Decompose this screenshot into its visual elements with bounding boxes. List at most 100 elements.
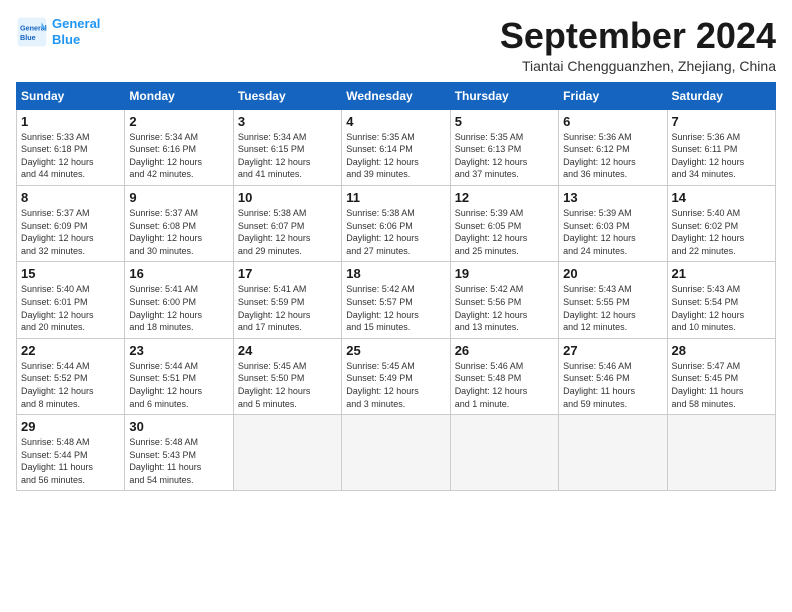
day-number: 5: [455, 114, 554, 129]
day-info: Sunrise: 5:36 AM Sunset: 6:11 PM Dayligh…: [672, 131, 771, 181]
calendar-cell: [667, 415, 775, 491]
day-info: Sunrise: 5:39 AM Sunset: 6:05 PM Dayligh…: [455, 207, 554, 257]
day-info: Sunrise: 5:39 AM Sunset: 6:03 PM Dayligh…: [563, 207, 662, 257]
day-info: Sunrise: 5:48 AM Sunset: 5:43 PM Dayligh…: [129, 436, 228, 486]
day-info: Sunrise: 5:33 AM Sunset: 6:18 PM Dayligh…: [21, 131, 120, 181]
day-number: 8: [21, 190, 120, 205]
day-number: 4: [346, 114, 445, 129]
day-info: Sunrise: 5:42 AM Sunset: 5:56 PM Dayligh…: [455, 283, 554, 333]
calendar-cell: 5 Sunrise: 5:35 AM Sunset: 6:13 PM Daylig…: [450, 109, 558, 185]
day-info: Sunrise: 5:36 AM Sunset: 6:12 PM Dayligh…: [563, 131, 662, 181]
day-number: 13: [563, 190, 662, 205]
header-thursday: Thursday: [450, 82, 558, 109]
calendar-cell: 29 Sunrise: 5:48 AM Sunset: 5:44 PM Dayli…: [17, 415, 125, 491]
calendar-cell: 2 Sunrise: 5:34 AM Sunset: 6:16 PM Daylig…: [125, 109, 233, 185]
day-number: 6: [563, 114, 662, 129]
header-tuesday: Tuesday: [233, 82, 341, 109]
logo-text-blue: Blue: [52, 32, 100, 48]
day-info: Sunrise: 5:37 AM Sunset: 6:09 PM Dayligh…: [21, 207, 120, 257]
day-info: Sunrise: 5:34 AM Sunset: 6:16 PM Dayligh…: [129, 131, 228, 181]
header-wednesday: Wednesday: [342, 82, 450, 109]
day-number: 2: [129, 114, 228, 129]
day-number: 10: [238, 190, 337, 205]
logo-icon: General Blue: [16, 16, 48, 48]
day-number: 19: [455, 266, 554, 281]
day-info: Sunrise: 5:48 AM Sunset: 5:44 PM Dayligh…: [21, 436, 120, 486]
day-info: Sunrise: 5:35 AM Sunset: 6:13 PM Dayligh…: [455, 131, 554, 181]
calendar-cell: 9Sunrise: 5:37 AM Sunset: 6:08 PM Daylig…: [125, 185, 233, 261]
day-number: 12: [455, 190, 554, 205]
day-info: Sunrise: 5:35 AM Sunset: 6:14 PM Dayligh…: [346, 131, 445, 181]
day-number: 27: [563, 343, 662, 358]
calendar-cell: [450, 415, 558, 491]
day-number: 15: [21, 266, 120, 281]
day-number: 22: [21, 343, 120, 358]
calendar-cell: 11 Sunrise: 5:38 AM Sunset: 6:06 PM Dayli…: [342, 185, 450, 261]
day-info: Sunrise: 5:46 AM Sunset: 5:46 PM Dayligh…: [563, 360, 662, 410]
calendar-cell: 26Sunrise: 5:46 AM Sunset: 5:48 PM Dayli…: [450, 338, 558, 414]
calendar-cell: 21Sunrise: 5:43 AM Sunset: 5:54 PM Dayli…: [667, 262, 775, 338]
day-info: Sunrise: 5:43 AM Sunset: 5:55 PM Dayligh…: [563, 283, 662, 333]
day-number: 25: [346, 343, 445, 358]
day-number: 29: [21, 419, 120, 434]
location-subtitle: Tiantai Chengguanzhen, Zhejiang, China: [500, 58, 776, 74]
page-header: General Blue General Blue September 2024…: [16, 16, 776, 74]
day-info: Sunrise: 5:47 AM Sunset: 5:45 PM Dayligh…: [672, 360, 771, 410]
calendar-cell: 30 Sunrise: 5:48 AM Sunset: 5:43 PM Dayli…: [125, 415, 233, 491]
day-info: Sunrise: 5:38 AM Sunset: 6:07 PM Dayligh…: [238, 207, 337, 257]
calendar-week-2: 8 Sunrise: 5:37 AM Sunset: 6:09 PM Daylig…: [17, 185, 776, 261]
calendar-week-3: 15 Sunrise: 5:40 AM Sunset: 6:01 PM Dayli…: [17, 262, 776, 338]
calendar-header-row: SundayMondayTuesdayWednesdayThursdayFrid…: [17, 82, 776, 109]
day-number: 7: [672, 114, 771, 129]
day-number: 24: [238, 343, 337, 358]
calendar-cell: 3Sunrise: 5:34 AM Sunset: 6:15 PM Daylig…: [233, 109, 341, 185]
day-number: 18: [346, 266, 445, 281]
header-friday: Friday: [559, 82, 667, 109]
calendar-cell: 25 Sunrise: 5:45 AM Sunset: 5:49 PM Dayli…: [342, 338, 450, 414]
title-block: September 2024 Tiantai Chengguanzhen, Zh…: [500, 16, 776, 74]
calendar-cell: 20Sunrise: 5:43 AM Sunset: 5:55 PM Dayli…: [559, 262, 667, 338]
day-number: 17: [238, 266, 337, 281]
calendar-cell: 6 Sunrise: 5:36 AM Sunset: 6:12 PM Daylig…: [559, 109, 667, 185]
header-sunday: Sunday: [17, 82, 125, 109]
day-info: Sunrise: 5:45 AM Sunset: 5:49 PM Dayligh…: [346, 360, 445, 410]
calendar-cell: 13 Sunrise: 5:39 AM Sunset: 6:03 PM Dayli…: [559, 185, 667, 261]
calendar-cell: [559, 415, 667, 491]
calendar-cell: 28Sunrise: 5:47 AM Sunset: 5:45 PM Dayli…: [667, 338, 775, 414]
calendar-cell: 10 Sunrise: 5:38 AM Sunset: 6:07 PM Dayli…: [233, 185, 341, 261]
calendar-week-5: 29 Sunrise: 5:48 AM Sunset: 5:44 PM Dayli…: [17, 415, 776, 491]
day-info: Sunrise: 5:44 AM Sunset: 5:52 PM Dayligh…: [21, 360, 120, 410]
day-number: 1: [21, 114, 120, 129]
day-number: 26: [455, 343, 554, 358]
header-saturday: Saturday: [667, 82, 775, 109]
calendar-cell: 27 Sunrise: 5:46 AM Sunset: 5:46 PM Dayli…: [559, 338, 667, 414]
calendar-cell: 7 Sunrise: 5:36 AM Sunset: 6:11 PM Daylig…: [667, 109, 775, 185]
day-info: Sunrise: 5:44 AM Sunset: 5:51 PM Dayligh…: [129, 360, 228, 410]
calendar-cell: 24 Sunrise: 5:45 AM Sunset: 5:50 PM Dayli…: [233, 338, 341, 414]
day-number: 23: [129, 343, 228, 358]
day-number: 16: [129, 266, 228, 281]
calendar-week-1: 1 Sunrise: 5:33 AM Sunset: 6:18 PM Daylig…: [17, 109, 776, 185]
calendar-cell: [342, 415, 450, 491]
calendar-cell: 12 Sunrise: 5:39 AM Sunset: 6:05 PM Dayli…: [450, 185, 558, 261]
day-info: Sunrise: 5:45 AM Sunset: 5:50 PM Dayligh…: [238, 360, 337, 410]
svg-text:Blue: Blue: [20, 33, 36, 42]
calendar-table: SundayMondayTuesdayWednesdayThursdayFrid…: [16, 82, 776, 492]
month-title: September 2024: [500, 16, 776, 56]
calendar-cell: 18Sunrise: 5:42 AM Sunset: 5:57 PM Dayli…: [342, 262, 450, 338]
day-info: Sunrise: 5:43 AM Sunset: 5:54 PM Dayligh…: [672, 283, 771, 333]
calendar-cell: 8 Sunrise: 5:37 AM Sunset: 6:09 PM Daylig…: [17, 185, 125, 261]
calendar-cell: 23 Sunrise: 5:44 AM Sunset: 5:51 PM Dayli…: [125, 338, 233, 414]
day-number: 14: [672, 190, 771, 205]
calendar-cell: 19 Sunrise: 5:42 AM Sunset: 5:56 PM Dayli…: [450, 262, 558, 338]
day-info: Sunrise: 5:38 AM Sunset: 6:06 PM Dayligh…: [346, 207, 445, 257]
calendar-cell: 16 Sunrise: 5:41 AM Sunset: 6:00 PM Dayli…: [125, 262, 233, 338]
day-info: Sunrise: 5:40 AM Sunset: 6:01 PM Dayligh…: [21, 283, 120, 333]
calendar-cell: 22 Sunrise: 5:44 AM Sunset: 5:52 PM Dayli…: [17, 338, 125, 414]
day-info: Sunrise: 5:41 AM Sunset: 6:00 PM Dayligh…: [129, 283, 228, 333]
day-info: Sunrise: 5:37 AM Sunset: 6:08 PM Dayligh…: [129, 207, 228, 257]
day-number: 3: [238, 114, 337, 129]
calendar-cell: 1 Sunrise: 5:33 AM Sunset: 6:18 PM Daylig…: [17, 109, 125, 185]
day-number: 11: [346, 190, 445, 205]
day-number: 30: [129, 419, 228, 434]
